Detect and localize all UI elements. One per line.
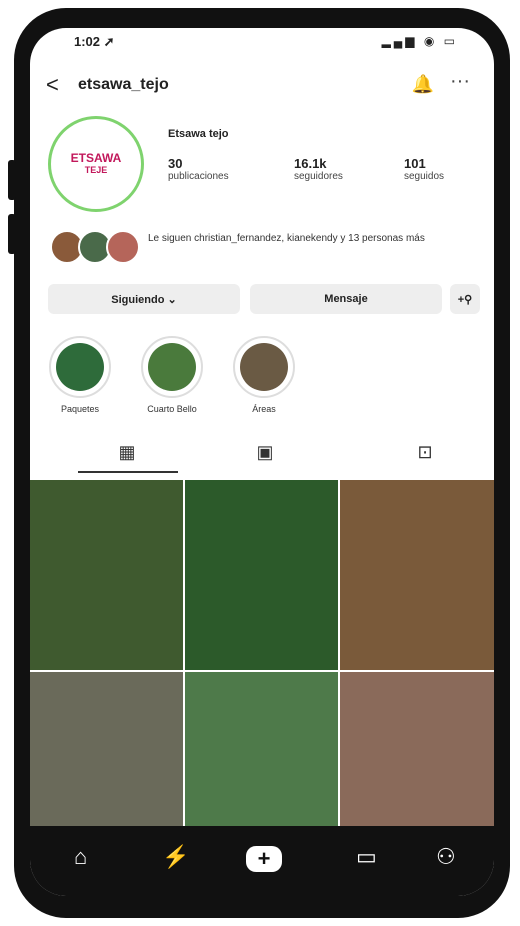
highlight-cover — [56, 343, 104, 391]
reels-icon[interactable]: ▣ — [250, 442, 280, 463]
phone-side-button — [8, 160, 16, 200]
profile-header: < etsawa_tejo 🔔 ··· — [30, 68, 494, 102]
add-person-button[interactable]: +⚲ — [450, 284, 480, 314]
back-arrow-icon[interactable]: < — [46, 72, 59, 98]
highlight-label: Cuarto Bello — [147, 404, 197, 414]
stat-posts[interactable]: 30 publicaciones — [168, 156, 229, 182]
stat-following[interactable]: 101 seguidos — [404, 156, 444, 182]
status-time: 1:02 ➚ — [74, 34, 115, 49]
logo-line-2: TEJE — [84, 165, 108, 175]
reels-bolt-icon[interactable]: ⚡ — [162, 844, 189, 870]
bell-icon[interactable]: 🔔 — [412, 74, 434, 95]
phone-screen: 1:02 ➚ ▂▄▆ ◉ ▭ < etsawa_tejo 🔔 ··· ETSAW… — [30, 28, 494, 896]
grid-icon[interactable]: ▦ — [112, 442, 142, 463]
highlight-ring — [141, 336, 203, 398]
stat-label: seguidores — [294, 171, 343, 182]
post-thumbnail[interactable] — [340, 672, 494, 826]
status-icons: ▂▄▆ ◉ ▭ — [381, 34, 458, 48]
highlight-paquetes[interactable]: Paquetes — [48, 336, 112, 414]
followed-by-row[interactable]: Le siguen christian_fernandez, kianekend… — [48, 228, 488, 268]
home-icon[interactable]: ⌂ — [74, 844, 87, 870]
post-thumbnail[interactable] — [30, 480, 183, 670]
highlight-label: Áreas — [252, 404, 276, 414]
messages-icon[interactable]: ▭ — [356, 844, 377, 870]
post-thumbnail[interactable] — [185, 480, 338, 670]
stat-label: publicaciones — [168, 171, 229, 182]
highlight-cover — [240, 343, 288, 391]
follower-avatar — [106, 230, 140, 264]
profile-username: etsawa_tejo — [78, 76, 169, 93]
bottom-navigation: ⌂ ⚡ + ▭ ⚇ — [30, 826, 494, 896]
post-thumbnail[interactable] — [185, 672, 338, 826]
phone-side-button — [8, 214, 16, 254]
stat-number: 30 — [168, 156, 183, 171]
display-name: Etsawa tejo — [168, 128, 229, 140]
profile-avatar[interactable]: ETSAWA TEJE — [48, 116, 144, 212]
profile-tabs: ▦ ▣ ⊡ — [30, 438, 494, 474]
logo-line-1: ETSAWA — [70, 151, 122, 165]
highlight-ring — [233, 336, 295, 398]
following-button[interactable]: Siguiendo ⌄ — [48, 284, 240, 314]
posts-grid — [30, 480, 494, 826]
message-button[interactable]: Mensaje — [250, 284, 442, 314]
stat-number: 101 — [404, 156, 426, 171]
post-thumbnail[interactable] — [340, 480, 494, 670]
avatar-logo: ETSAWA TEJE — [56, 124, 136, 204]
more-options-icon[interactable]: ··· — [450, 70, 470, 93]
profile-icon[interactable]: ⚇ — [436, 844, 456, 870]
highlight-cuarto-bello[interactable]: Cuarto Bello — [140, 336, 204, 414]
active-tab-indicator — [78, 471, 178, 473]
create-icon[interactable]: + — [246, 846, 282, 872]
highlight-cover — [148, 343, 196, 391]
highlight-areas[interactable]: Áreas — [232, 336, 296, 414]
stat-number: 16.1k — [294, 156, 327, 171]
stat-label: seguidos — [404, 171, 445, 182]
tagged-icon[interactable]: ⊡ — [410, 442, 440, 463]
highlight-ring — [49, 336, 111, 398]
followed-by-text: Le siguen christian_fernandez, kianekend… — [148, 233, 425, 244]
stat-followers[interactable]: 16.1k seguidores — [294, 156, 343, 182]
logo-wordmark: ETSAWA TEJE — [71, 152, 122, 176]
post-thumbnail[interactable] — [30, 672, 183, 826]
highlight-label: Paquetes — [60, 404, 100, 414]
status-bar: 1:02 ➚ ▂▄▆ ◉ ▭ — [30, 28, 494, 58]
